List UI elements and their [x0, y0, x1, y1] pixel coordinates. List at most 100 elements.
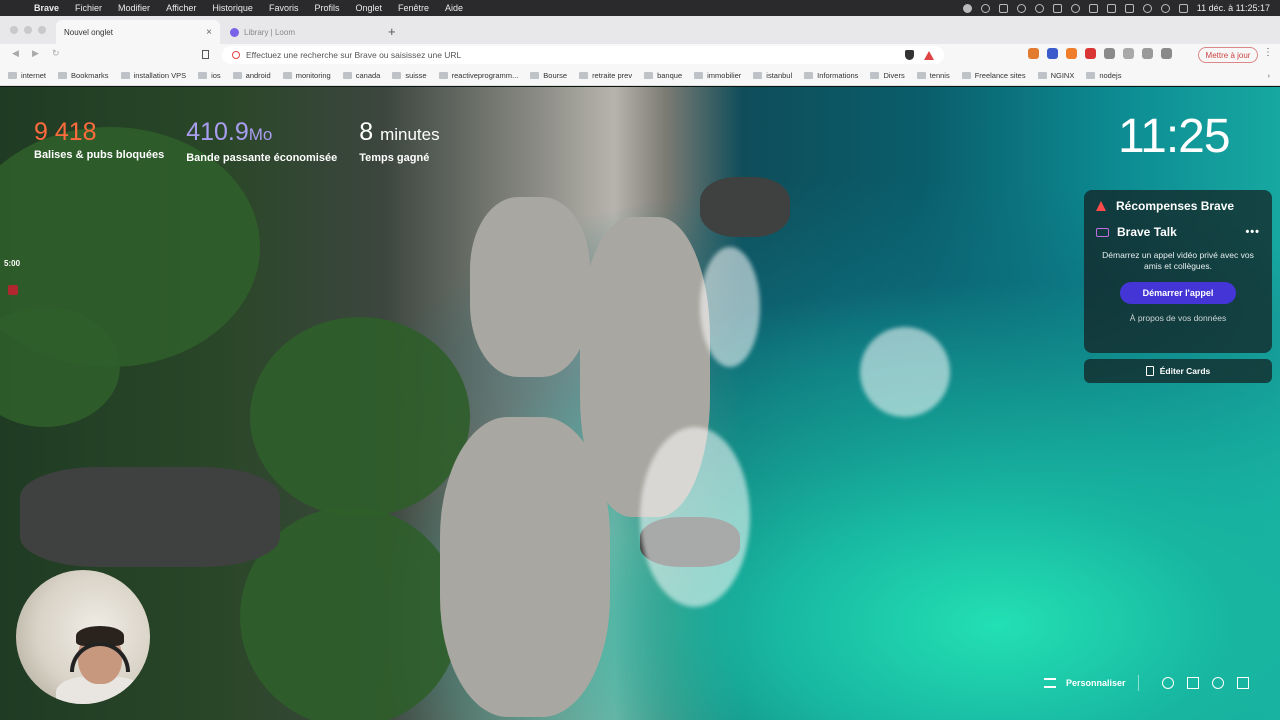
menu-afficher[interactable]: Afficher: [158, 3, 204, 13]
bandwidth-unit: Mo: [248, 125, 273, 144]
close-window-button[interactable]: [10, 26, 18, 34]
metamask-extension-icon[interactable]: [1028, 48, 1039, 59]
bookmark-item[interactable]: nodejs: [1086, 71, 1121, 80]
reload-icon[interactable]: ↻: [52, 48, 60, 59]
sidebar-icon[interactable]: [1142, 48, 1153, 59]
control-center-icon[interactable]: [1178, 3, 1188, 13]
menu-aide[interactable]: Aide: [437, 3, 471, 13]
surf-area: [860, 327, 950, 417]
app-status-icon[interactable]: [998, 3, 1008, 13]
bookmark-item[interactable]: monitoring: [282, 71, 331, 80]
bookmark-label: Divers: [883, 71, 905, 80]
bookmark-item[interactable]: banque: [644, 71, 682, 80]
settings-gear-icon[interactable]: [1161, 677, 1174, 689]
folder-icon: [870, 72, 880, 79]
status-area: 11 déc. à 11:25:17: [962, 3, 1280, 13]
battery-status-icon[interactable]: [1124, 3, 1134, 13]
new-tab-button[interactable]: +: [388, 24, 396, 39]
bookmark-item[interactable]: suisse: [392, 71, 427, 80]
spotlight-search-icon[interactable]: [1160, 3, 1170, 13]
talk-card-header[interactable]: Brave Talk •••: [1084, 220, 1272, 244]
menu-onglet[interactable]: Onglet: [347, 3, 390, 13]
vpn-status-icon[interactable]: [1070, 3, 1080, 13]
bookmark-item[interactable]: NGINX: [1037, 71, 1074, 80]
bookmark-item[interactable]: Divers: [870, 71, 905, 80]
bookmark-item[interactable]: retraite prev: [579, 71, 632, 80]
edit-cards-button[interactable]: Éditer Cards: [1084, 359, 1272, 383]
bookmark-item[interactable]: immobilier: [694, 71, 741, 80]
cloud-status-icon[interactable]: [1052, 3, 1062, 13]
menu-fichier[interactable]: Fichier: [67, 3, 110, 13]
maximize-window-button[interactable]: [38, 26, 46, 34]
bookmark-item[interactable]: installation VPS: [120, 71, 186, 80]
folder-icon: [694, 72, 704, 79]
record-status-icon[interactable]: [980, 3, 990, 13]
menu-favoris[interactable]: Favoris: [261, 3, 307, 13]
data-info-link[interactable]: À propos de vos données: [1084, 313, 1272, 323]
forest-area: [250, 317, 470, 517]
bookmarks-icon[interactable]: [1186, 677, 1199, 689]
bookmark-item[interactable]: internet: [8, 71, 46, 80]
wifi-status-icon[interactable]: [1142, 3, 1152, 13]
address-bar[interactable]: Effectuez une recherche sur Brave ou sai…: [222, 46, 944, 64]
rewards-card-title: Récompenses Brave: [1116, 199, 1235, 213]
minimize-window-button[interactable]: [24, 26, 32, 34]
extensions-puzzle-icon[interactable]: [1123, 48, 1134, 59]
bluetooth-status-icon[interactable]: [1106, 3, 1116, 13]
close-tab-icon[interactable]: ×: [206, 27, 212, 38]
start-call-button[interactable]: Démarrer l'appel: [1120, 282, 1236, 304]
menu-brave[interactable]: Brave: [26, 3, 67, 13]
bookmark-page-icon[interactable]: [202, 50, 209, 59]
forward-icon[interactable]: ▶: [32, 48, 39, 59]
bookmark-item[interactable]: Freelance sites: [961, 71, 1026, 80]
card-icon: [1145, 366, 1154, 376]
stop-recording-button[interactable]: [8, 285, 18, 295]
rock-area: [20, 467, 280, 567]
bookmark-item[interactable]: reactiveprogramm...: [438, 71, 518, 80]
update-button[interactable]: Mettre à jour: [1198, 47, 1258, 63]
bandwidth-saved-value: 410.9: [186, 118, 249, 146]
rewards-card-header[interactable]: Récompenses Brave: [1084, 192, 1272, 220]
bookmark-item[interactable]: Bookmarks: [58, 71, 109, 80]
folder-icon: [198, 72, 208, 79]
brave-talk-icon[interactable]: [1236, 677, 1249, 689]
history-icon[interactable]: [1211, 677, 1224, 689]
headphones-status-icon[interactable]: [1034, 3, 1044, 13]
bookmark-label: suisse: [405, 71, 427, 80]
bookmark-item[interactable]: Informations: [804, 71, 858, 80]
customize-button[interactable]: Personnaliser: [1066, 678, 1126, 688]
bookmark-item[interactable]: tennis: [916, 71, 950, 80]
extension-icon[interactable]: [1066, 48, 1077, 59]
webcam-bubble[interactable]: [16, 570, 150, 704]
folder-icon: [530, 72, 540, 79]
bookmark-item[interactable]: canada: [342, 71, 380, 80]
menubar-clock[interactable]: 11 déc. à 11:25:17: [1197, 3, 1270, 13]
wallet-icon[interactable]: [1161, 48, 1172, 59]
more-bookmarks-icon[interactable]: ›: [1268, 71, 1280, 80]
brave-rewards-icon[interactable]: [924, 50, 934, 60]
adblock-extension-icon[interactable]: [1085, 48, 1096, 59]
more-options-icon[interactable]: •••: [1245, 226, 1260, 238]
bitwarden-extension-icon[interactable]: [1047, 48, 1058, 59]
menu-modifier[interactable]: Modifier: [110, 3, 158, 13]
bookmark-item[interactable]: android: [232, 71, 271, 80]
surf-area: [700, 247, 760, 367]
browser-menu-icon[interactable]: ⋮: [1263, 47, 1273, 58]
folder-icon: [282, 72, 292, 79]
gear-status-icon[interactable]: [962, 3, 972, 13]
menu-fenetre[interactable]: Fenêtre: [390, 3, 437, 13]
brave-shields-icon[interactable]: [905, 50, 914, 60]
sync-status-icon[interactable]: [1016, 3, 1026, 13]
power-extension-icon[interactable]: [1104, 48, 1115, 59]
bookmark-label: android: [245, 71, 271, 80]
surf-area: [640, 427, 750, 607]
bookmark-item[interactable]: Bourse: [530, 71, 567, 80]
menu-profils[interactable]: Profils: [306, 3, 347, 13]
calendar-status-icon[interactable]: [1088, 3, 1098, 13]
tab-new-tab[interactable]: Nouvel onglet ×: [56, 20, 220, 44]
bookmark-item[interactable]: ios: [198, 71, 221, 80]
tab-loom[interactable]: Library | Loom: [222, 20, 382, 44]
menu-historique[interactable]: Historique: [204, 3, 261, 13]
back-icon[interactable]: ◀: [12, 48, 19, 59]
bookmark-item[interactable]: istanbul: [753, 71, 792, 80]
